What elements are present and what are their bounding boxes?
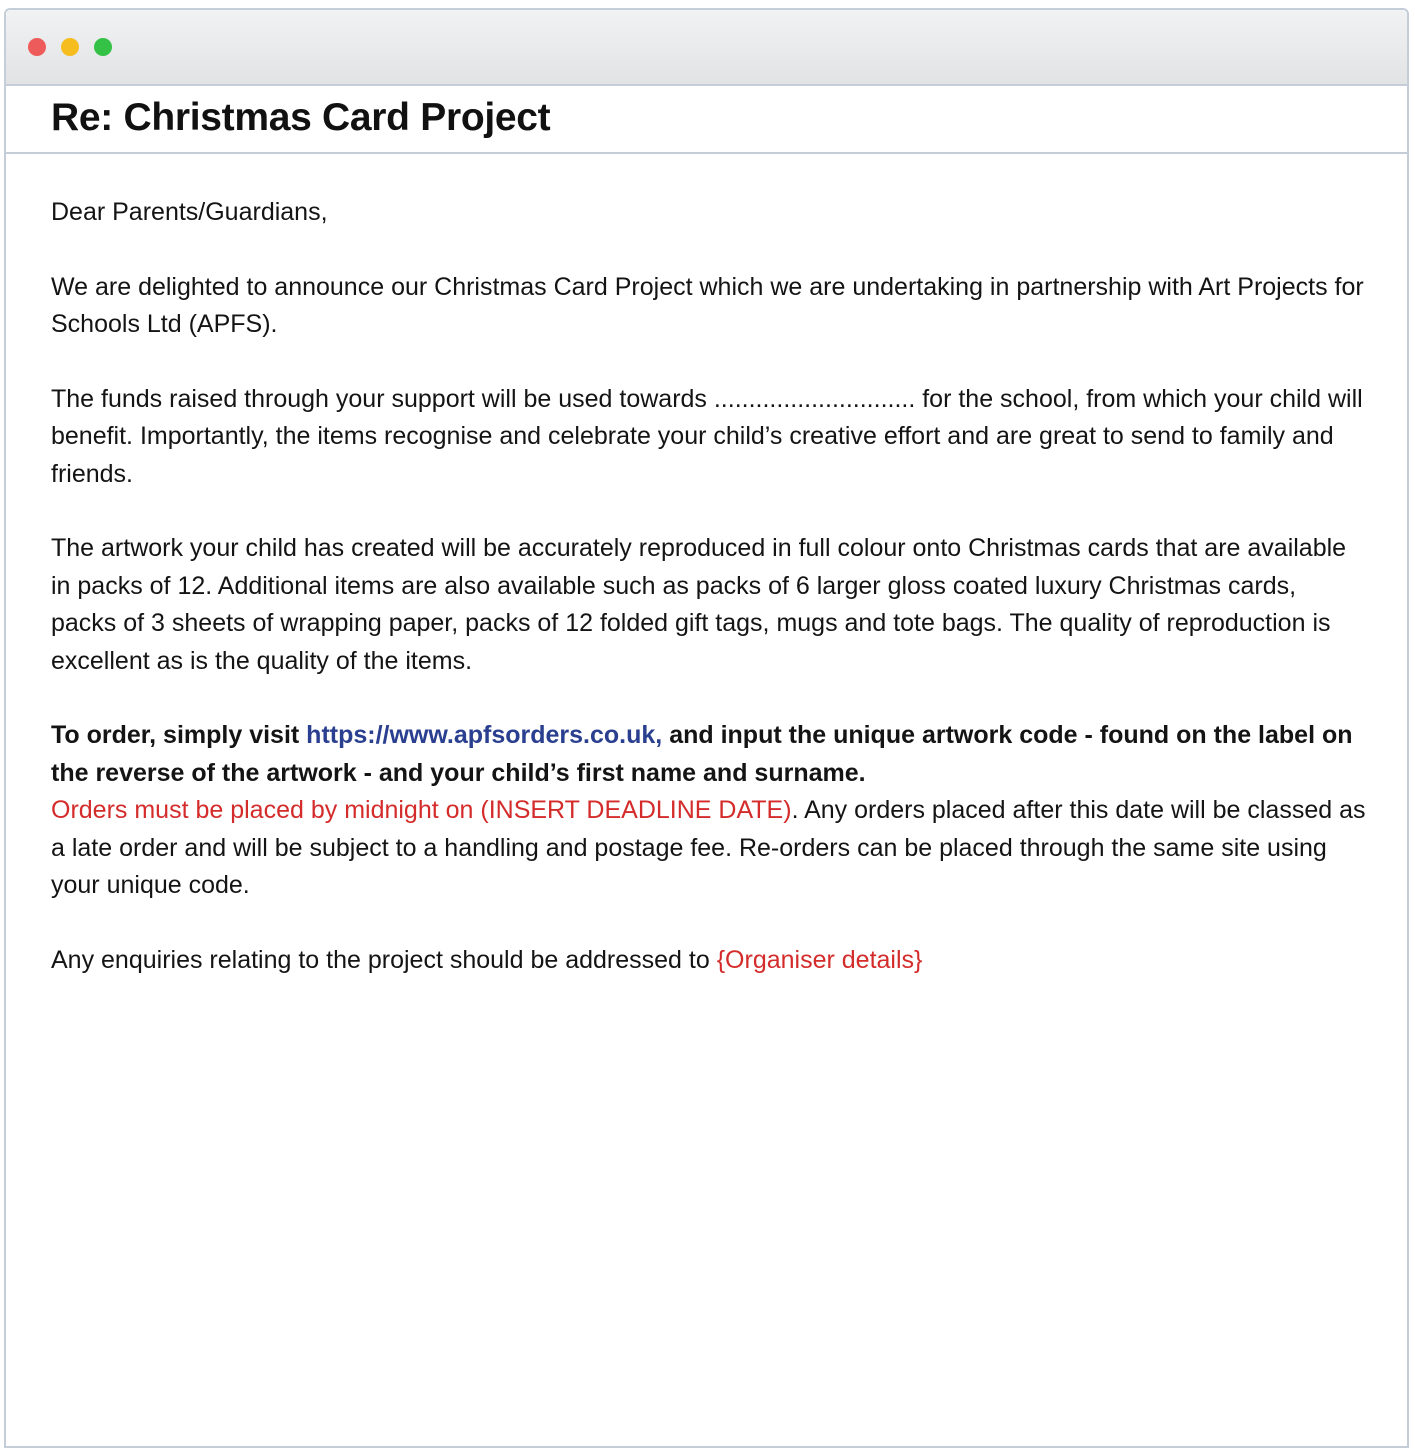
email-subject: Re: Christmas Card Project — [51, 96, 551, 139]
order-deadline: Orders must be placed by midnight on (IN… — [51, 796, 792, 824]
order-intro: To order, simply visit — [51, 721, 307, 749]
paragraph-funds: The funds raised through your support wi… — [51, 384, 1363, 488]
subject-bar: Re: Christmas Card Project — [6, 86, 1407, 154]
greeting: Dear Parents/Guardians, — [51, 198, 328, 226]
paragraph-announcement: We are delighted to announce our Christm… — [51, 272, 1364, 339]
email-window: Re: Christmas Card Project Dear Parents/… — [4, 8, 1409, 1448]
close-icon[interactable] — [28, 38, 46, 56]
email-body: Dear Parents/Guardians, We are delighted… — [6, 154, 1407, 979]
paragraph-artwork: The artwork your child has created will … — [51, 534, 1347, 675]
organiser-details: {Organiser details} — [716, 945, 923, 974]
minimize-icon[interactable] — [61, 38, 79, 56]
enquiries-text: Any enquiries relating to the project sh… — [51, 945, 717, 974]
order-link[interactable]: https://www.apfsorders.co.uk, — [306, 721, 662, 749]
paragraph-enquiries: Any enquiries relating to the project sh… — [51, 942, 1367, 980]
paragraph-order: To order, simply visit https://www.apfso… — [51, 717, 1367, 905]
maximize-icon[interactable] — [94, 38, 112, 56]
title-bar — [6, 10, 1407, 86]
